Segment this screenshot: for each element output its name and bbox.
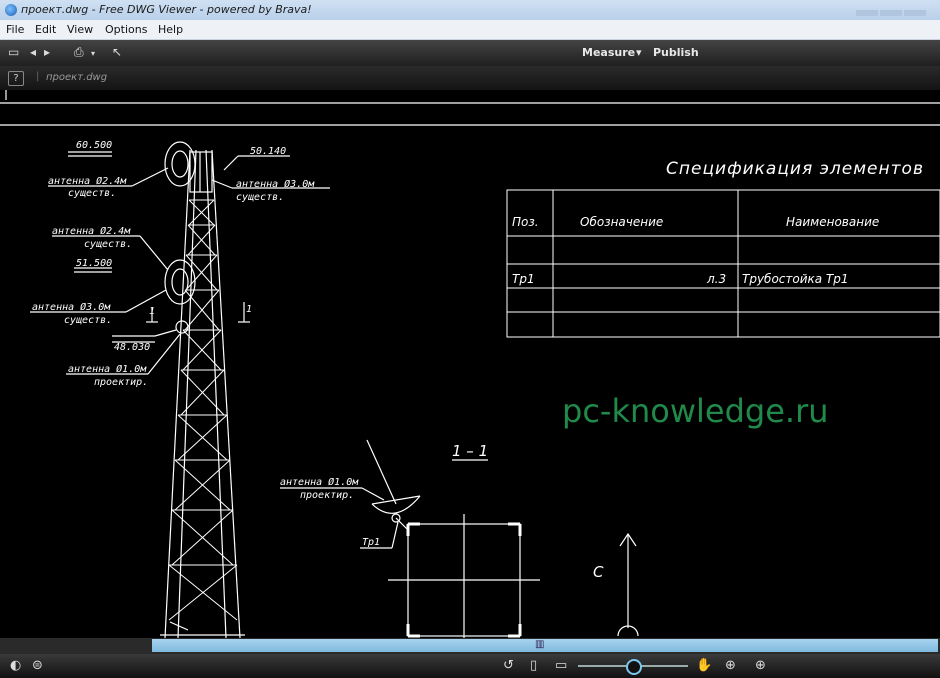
- page-icon[interactable]: ▯: [530, 658, 537, 673]
- pan-hand-icon[interactable]: ✋: [696, 658, 712, 673]
- north-label: С: [593, 563, 604, 581]
- section-mark: 1 – 1: [452, 442, 488, 460]
- spec-header-designation: Обозначение: [580, 215, 663, 229]
- watermark: pc-knowledge.ru: [562, 392, 829, 430]
- spec-cell-name: Трубостойка Тр1: [742, 272, 849, 286]
- spec-cell-pos: Тр1: [512, 272, 535, 286]
- scrollbar-grip-icon[interactable]: ▥: [535, 639, 544, 650]
- label-projected: проектир.: [94, 377, 148, 388]
- spec-cell-designation: л.3: [706, 272, 726, 286]
- label-antenna-30-low: антенна Ø3.0м: [32, 301, 111, 313]
- section-dish-feed: [366, 439, 397, 505]
- app-icon: [5, 4, 17, 16]
- label-antenna-24-2: антенна Ø2.4м: [52, 225, 131, 237]
- label-projected-section: проектир.: [300, 490, 354, 501]
- measure-dropdown-icon[interactable]: ▾: [636, 46, 642, 59]
- menu-options[interactable]: Options: [105, 23, 147, 36]
- main-toolbar: ▭ ◂ ▸ ⎙ ▾ ↖ Measure ▾ Publish: [0, 40, 940, 66]
- menu-edit[interactable]: Edit: [35, 23, 56, 36]
- document-tab[interactable]: проект.dwg: [46, 72, 107, 83]
- back-arrow-icon[interactable]: ◂: [30, 45, 36, 59]
- label-existing-top: существ.: [236, 192, 284, 203]
- label-existing-1: существ.: [68, 188, 116, 199]
- forward-arrow-icon[interactable]: ▸: [44, 45, 50, 59]
- horizontal-scrollbar[interactable]: ▥: [0, 638, 940, 654]
- fit-width-icon[interactable]: ▭: [555, 658, 567, 673]
- tab-separator: |: [36, 71, 40, 82]
- antenna-projected-marker: [175, 320, 189, 334]
- label-level-mid: 51.500: [76, 258, 112, 269]
- tower-head: [189, 151, 213, 193]
- measure-menu[interactable]: Measure: [582, 46, 635, 59]
- zoom-in-icon[interactable]: ⊕: [755, 658, 766, 673]
- label-antenna-24-1: антенна Ø2.4м: [48, 175, 127, 187]
- open-folder-icon[interactable]: ▭: [8, 45, 19, 59]
- label-cut-1: 1: [149, 306, 155, 317]
- stack-icon[interactable]: ⊜: [32, 658, 43, 673]
- menu-file[interactable]: File: [6, 23, 24, 36]
- window-controls[interactable]: [854, 6, 934, 16]
- label-cut-2: 1: [246, 304, 252, 315]
- document-tab-bar: ? | проект.dwg: [0, 66, 940, 90]
- cad-drawing: 60.500 антенна Ø2.4м существ. 50.140 ант…: [0, 90, 940, 638]
- zoom-window-icon[interactable]: ⊕: [725, 658, 736, 673]
- antenna-dish-mid: [164, 259, 196, 305]
- spec-header-pos: Поз.: [512, 215, 539, 229]
- label-level-top: 60.500: [76, 140, 112, 151]
- spec-title: Спецификация элементов: [666, 159, 924, 179]
- help-button[interactable]: ?: [8, 71, 24, 86]
- scrollbar-thumb[interactable]: [152, 639, 938, 652]
- title-bar: проект.dwg - Free DWG Viewer - powered b…: [0, 0, 940, 20]
- label-existing-low: существ.: [64, 315, 112, 326]
- label-tr1: Тр1: [362, 537, 380, 548]
- label-level-right: 50.140: [250, 146, 286, 157]
- select-cursor-icon[interactable]: ↖: [112, 45, 122, 59]
- print-dropdown-icon[interactable]: ▾: [91, 49, 95, 58]
- label-antenna-10: антенна Ø1.0м: [68, 363, 147, 375]
- status-bar: ◐ ⊜ ↺ ▯ ▭ ✋ ⊕ ⊕: [0, 654, 940, 678]
- menu-view[interactable]: View: [67, 23, 93, 36]
- section-dish: [371, 495, 421, 514]
- label-antenna-30-top: антенна Ø3.0м: [236, 178, 315, 190]
- rotate-icon[interactable]: ↺: [503, 658, 514, 673]
- label-existing-2: существ.: [84, 239, 132, 250]
- print-icon[interactable]: ⎙: [74, 45, 84, 60]
- drawing-canvas[interactable]: 60.500 антенна Ø2.4м существ. 50.140 ант…: [0, 90, 940, 638]
- zoom-slider-handle[interactable]: [626, 659, 642, 675]
- spec-header-name: Наименование: [786, 215, 879, 229]
- spec-table-lines: [506, 189, 940, 338]
- menu-help[interactable]: Help: [158, 23, 183, 36]
- menu-bar: File Edit View Options Help: [0, 20, 940, 40]
- publish-menu[interactable]: Publish: [653, 46, 699, 59]
- layer-icon[interactable]: ◐: [10, 658, 21, 673]
- label-level-lower: 48.030: [114, 342, 150, 353]
- antenna-dish-top-inner: [171, 150, 189, 178]
- label-antenna-section: антенна Ø1.0м: [280, 476, 359, 488]
- window-title: проект.dwg - Free DWG Viewer - powered b…: [21, 3, 312, 16]
